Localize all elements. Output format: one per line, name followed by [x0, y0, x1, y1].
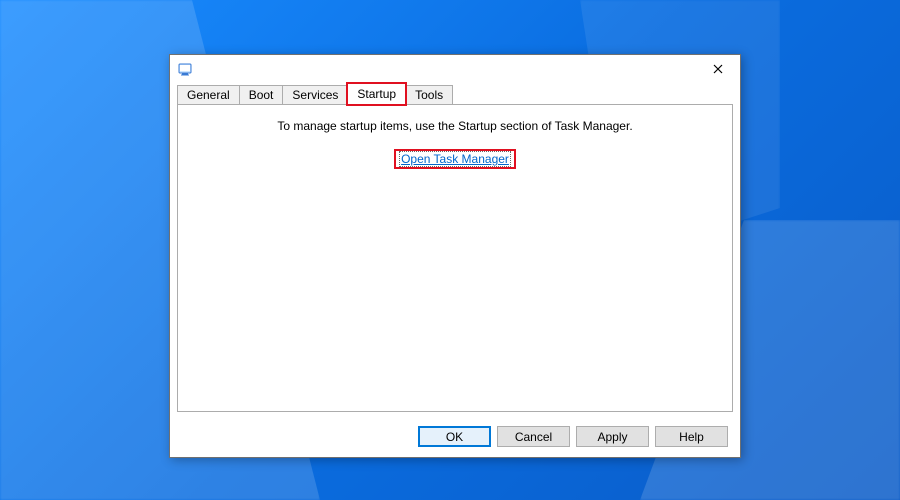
tab-tools[interactable]: Tools	[405, 85, 453, 105]
tab-services[interactable]: Services	[282, 85, 348, 105]
apply-button[interactable]: Apply	[576, 426, 649, 447]
app-icon	[178, 61, 194, 77]
tabs-container: General Boot Services Startup Tools To m…	[170, 83, 740, 412]
startup-info-text: To manage startup items, use the Startup…	[178, 119, 732, 133]
open-task-manager-link[interactable]: Open Task Manager	[399, 151, 511, 167]
tab-row: General Boot Services Startup Tools	[177, 83, 733, 104]
close-button[interactable]	[698, 56, 738, 82]
tab-boot[interactable]: Boot	[239, 85, 284, 105]
link-highlight-box: Open Task Manager	[396, 151, 514, 167]
ok-button[interactable]: OK	[418, 426, 491, 447]
dialog-buttons: OK Cancel Apply Help	[418, 426, 728, 447]
help-button[interactable]: Help	[655, 426, 728, 447]
desktop-background: General Boot Services Startup Tools To m…	[0, 0, 900, 500]
titlebar	[170, 55, 740, 83]
tab-startup[interactable]: Startup	[347, 83, 406, 105]
tab-general[interactable]: General	[177, 85, 240, 105]
link-container: Open Task Manager	[178, 151, 732, 167]
tab-panel-startup: To manage startup items, use the Startup…	[177, 104, 733, 412]
msconfig-window: General Boot Services Startup Tools To m…	[169, 54, 741, 458]
cancel-button[interactable]: Cancel	[497, 426, 570, 447]
